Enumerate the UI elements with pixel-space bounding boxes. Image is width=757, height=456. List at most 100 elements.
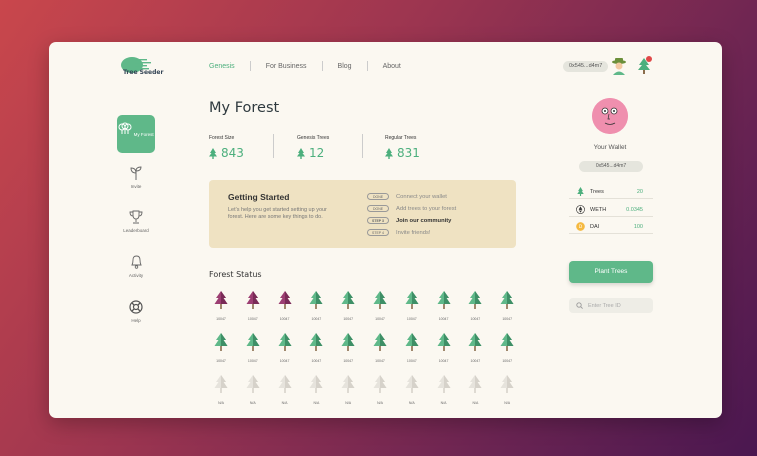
tree-item[interactable]: 10047 (209, 333, 233, 363)
tree-item[interactable]: 10047 (495, 333, 519, 363)
wallet-avatar-icon (592, 98, 628, 134)
step-tag: STEP 3 (367, 217, 389, 224)
getting-started-title: Getting Started (228, 192, 290, 202)
tree-item[interactable]: 10047 (432, 333, 456, 363)
tree-icon (500, 291, 514, 309)
sidebar-item-my-forest[interactable]: My Forest (117, 115, 155, 153)
tree-label: 10047 (279, 359, 290, 363)
tree-label: 10047 (279, 317, 290, 321)
tree-icon (214, 375, 228, 393)
top-nav: Genesis For Business Blog About (209, 61, 416, 71)
tree-item[interactable]: 10047 (400, 333, 424, 363)
sprout-icon (130, 166, 142, 180)
tree-label: N/A (281, 401, 288, 405)
wallet-title: Your Wallet (593, 144, 627, 151)
tree-icon (246, 375, 260, 393)
tree-label: 10047 (470, 317, 481, 321)
tree-item: N/A (432, 375, 456, 405)
tree-icon (373, 333, 387, 351)
wallet-address-pill[interactable]: 0x545...d4m7 (563, 61, 609, 72)
tree-item[interactable]: 10047 (368, 291, 392, 321)
sidebar-item-label: My Forest (133, 132, 154, 137)
tree-item[interactable]: 10047 (432, 291, 456, 321)
tree-label: 10047 (502, 359, 513, 363)
nav-for-business[interactable]: For Business (251, 63, 322, 70)
tree-item[interactable]: 10047 (304, 291, 328, 321)
tree-icon (309, 333, 323, 351)
tree-item[interactable]: 10047 (209, 291, 233, 321)
tree-item[interactable]: 10047 (368, 333, 392, 363)
tree-icon (500, 333, 514, 351)
tree-icon (309, 291, 323, 309)
tree-icon (405, 375, 419, 393)
tree-icon (214, 333, 228, 351)
sidebar-item-label: Activity (128, 273, 144, 278)
sidebar-item-invite[interactable]: Invite (117, 166, 155, 189)
forest-status-title: Forest Status (209, 270, 262, 279)
plant-trees-button[interactable]: Plant Trees (569, 261, 653, 283)
tree-label: 10047 (216, 317, 226, 321)
step-join-community[interactable]: STEP 3 Join our community (367, 217, 451, 224)
tree-label: N/A (472, 401, 479, 405)
balance-name: WETH (590, 206, 607, 213)
tree-label: N/A (249, 401, 256, 405)
tree-label: 10047 (311, 317, 322, 321)
sidebar-item-help[interactable]: Help (117, 300, 155, 323)
tree-item[interactable]: 10047 (241, 333, 265, 363)
tree-item[interactable]: 10047 (336, 291, 360, 321)
tree-item[interactable]: 10047 (273, 291, 297, 321)
tree-label: 10047 (375, 359, 385, 363)
tree-label: 10047 (216, 359, 226, 363)
step-connect-wallet[interactable]: DONE Connect your wallet (367, 193, 447, 200)
step-text: Connect your wallet (396, 193, 447, 200)
tree-icon (437, 291, 451, 309)
tree-icon (278, 333, 292, 351)
tree-item[interactable]: 10047 (463, 291, 487, 321)
tree-item: N/A (241, 375, 265, 405)
tree-item[interactable]: 10047 (400, 291, 424, 321)
user-avatar-icon[interactable] (611, 57, 627, 75)
tree-icon (246, 291, 260, 309)
tree-icon (278, 375, 292, 393)
tree-item[interactable]: 10047 (273, 333, 297, 363)
nav-about[interactable]: About (368, 63, 416, 70)
tree-item[interactable]: 10047 (304, 333, 328, 363)
tree-label: N/A (504, 401, 511, 405)
tree-item[interactable]: 10047 (463, 333, 487, 363)
sidebar-item-activity[interactable]: Activity (117, 254, 155, 278)
tree-icon (437, 333, 451, 351)
stat-value: 831 (397, 146, 420, 160)
tree-label: 10047 (406, 359, 417, 363)
tree-icon (341, 333, 355, 351)
sidebar-item-leaderboard[interactable]: Leaderboard (117, 210, 155, 233)
wallet-address[interactable]: 0x545...d4m7 (579, 161, 643, 172)
balance-value: 20 (636, 188, 643, 195)
getting-started-description: Let's help you get started setting up yo… (228, 207, 327, 220)
tree-id-search-input[interactable]: Enter Tree ID (569, 298, 653, 313)
tree-label: N/A (408, 401, 415, 405)
step-invite-friends[interactable]: STEP 4 Invite friends! (367, 229, 430, 236)
tree-icon (468, 333, 482, 351)
tree-item[interactable]: 10047 (241, 291, 265, 321)
tree-item[interactable]: 10047 (336, 333, 360, 363)
tree-item: N/A (304, 375, 328, 405)
balance-name: Trees (590, 188, 604, 195)
sidebar-item-label: Leaderboard (123, 228, 149, 233)
stat-value: 843 (221, 146, 244, 160)
step-tag: STEP 4 (367, 229, 389, 236)
lifebuoy-icon (129, 300, 143, 314)
tree-label: 10047 (247, 317, 258, 321)
stat-value-row: 843 (209, 146, 244, 160)
tree-label: 10047 (438, 317, 449, 321)
stat-forest-size: Forest Size 843 (209, 135, 244, 160)
step-text: Add trees to your forest (396, 205, 457, 212)
nav-blog[interactable]: Blog (323, 63, 367, 70)
tree-item[interactable]: 10047 (495, 291, 519, 321)
tree-item: N/A (495, 375, 519, 405)
tree-icon (468, 375, 482, 393)
stat-regular-trees: Regular Trees 831 (385, 135, 420, 160)
nav-genesis[interactable]: Genesis (209, 63, 250, 70)
step-add-trees[interactable]: DONE Add trees to your forest (367, 205, 456, 212)
search-icon (576, 302, 583, 309)
stat-value: 12 (309, 146, 325, 160)
